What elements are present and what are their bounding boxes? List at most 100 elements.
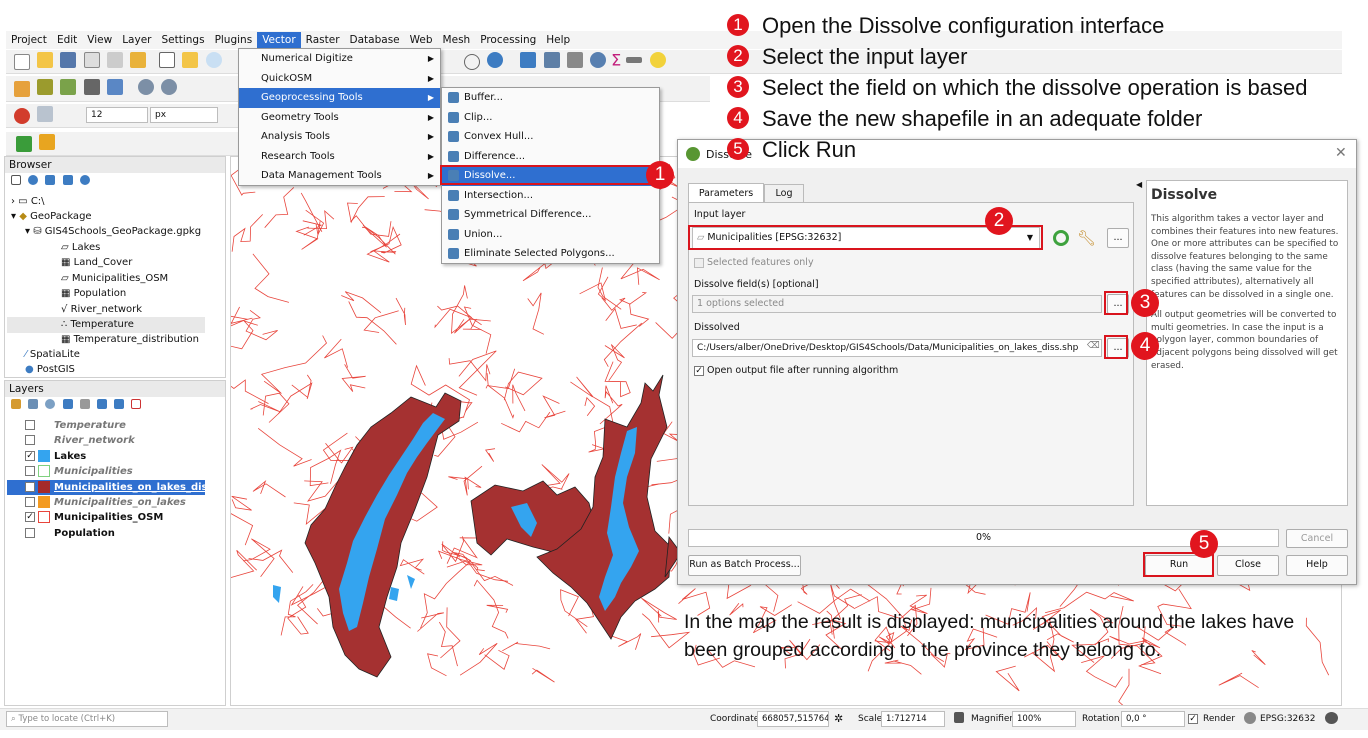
tab-log[interactable]: Log bbox=[764, 184, 804, 203]
expand-icon[interactable] bbox=[96, 399, 107, 409]
layer-visibility-checkbox[interactable] bbox=[25, 466, 35, 477]
delete-icon[interactable] bbox=[83, 78, 100, 95]
batch-process-button[interactable]: Run as Batch Process... bbox=[688, 555, 801, 576]
layout-manager-icon[interactable] bbox=[106, 52, 123, 68]
browser-item-spatialite[interactable]: ⁄ SpatiaLite bbox=[25, 347, 80, 363]
menu-processing[interactable]: Processing bbox=[475, 32, 541, 48]
geoprocessing-item-clip[interactable]: Clip... bbox=[442, 108, 659, 128]
vector-menu-item-geometry-tools[interactable]: Geometry Tools ▶ bbox=[239, 108, 440, 128]
measure-line-icon[interactable] bbox=[626, 57, 643, 63]
vector-menu-item-geoprocessing-tools[interactable]: Geoprocessing Tools ▶ bbox=[239, 88, 440, 108]
wrench-icon[interactable]: 🔧︎ bbox=[1077, 229, 1096, 247]
geoprocessing-item-eliminate-selected-polygons[interactable]: Eliminate Selected Polygons... bbox=[442, 244, 659, 264]
layer-item[interactable]: Municipalities_on_lakes bbox=[7, 495, 205, 511]
tab-parameters[interactable]: Parameters bbox=[688, 183, 764, 203]
lock-icon[interactable] bbox=[954, 712, 964, 723]
vector-menu-item-research-tools[interactable]: Research Tools ▶ bbox=[239, 147, 440, 167]
clear-icon[interactable]: ⌫ bbox=[1087, 341, 1100, 351]
clock-icon[interactable] bbox=[464, 54, 480, 70]
label-pin-icon[interactable] bbox=[37, 106, 54, 122]
menu-settings[interactable]: Settings bbox=[156, 32, 209, 48]
layer-item[interactable]: Population bbox=[7, 526, 205, 542]
refresh-icon[interactable] bbox=[28, 175, 39, 185]
browser-item-gpkg[interactable]: ▾ ⛁ GIS4Schools_GeoPackage.gpkg bbox=[25, 224, 201, 240]
locate-input[interactable]: ⌕ Type to locate (Ctrl+K) bbox=[6, 711, 168, 727]
open-output-checkbox[interactable]: ✓ Open output file after running algorith… bbox=[694, 365, 898, 376]
browser-item-drive[interactable]: › ▭ C:\ bbox=[11, 194, 45, 210]
open-project-icon[interactable] bbox=[37, 52, 54, 68]
vector-menu-item-analysis-tools[interactable]: Analysis Tools ▶ bbox=[239, 127, 440, 147]
scale-field[interactable]: 1:712714 bbox=[881, 711, 945, 727]
extents-icon[interactable]: ✲ bbox=[834, 712, 843, 725]
menu-mesh[interactable]: Mesh bbox=[438, 32, 476, 48]
close-button[interactable]: Close bbox=[1217, 555, 1279, 576]
menu-web[interactable]: Web bbox=[405, 32, 438, 48]
save-project-icon[interactable] bbox=[60, 52, 77, 68]
layer-item[interactable]: ✓ Municipalities_OSM bbox=[7, 510, 205, 526]
menu-view[interactable]: View bbox=[82, 32, 117, 48]
layer-visibility-checkbox[interactable] bbox=[25, 435, 35, 446]
font-unit-select[interactable]: px bbox=[150, 107, 218, 123]
gear-icon[interactable] bbox=[589, 52, 606, 68]
label-icon[interactable] bbox=[14, 108, 30, 124]
browser-item-population[interactable]: ▦ Population bbox=[61, 286, 126, 302]
vertex-tool-icon[interactable] bbox=[37, 78, 54, 95]
layer-visibility-checkbox[interactable]: ✓ bbox=[25, 450, 35, 461]
digitize-icon[interactable] bbox=[14, 81, 30, 97]
geoprocessing-item-difference[interactable]: Difference... bbox=[442, 147, 659, 167]
pan-to-selection-icon[interactable] bbox=[182, 52, 199, 68]
identify-features-icon[interactable] bbox=[520, 52, 537, 68]
coordinate-field[interactable]: 668057,5157641 bbox=[757, 711, 829, 727]
refresh-icon[interactable] bbox=[487, 52, 504, 68]
layer-item[interactable]: Temperature bbox=[7, 418, 205, 434]
collapse-icon[interactable] bbox=[62, 175, 73, 185]
layer-item[interactable]: ✓ Municipalities_on_lakes_diss bbox=[7, 479, 213, 496]
filter-icon[interactable] bbox=[62, 399, 73, 409]
style-manager-icon[interactable] bbox=[129, 52, 146, 68]
menu-help[interactable]: Help bbox=[541, 32, 575, 48]
browser-item-temperature[interactable]: ∴ Temperature bbox=[7, 317, 205, 333]
vector-menu-item-data-management-tools[interactable]: Data Management Tools ▶ bbox=[239, 166, 440, 186]
menu-project[interactable]: Project bbox=[6, 32, 52, 48]
layer-visibility-checkbox[interactable] bbox=[25, 527, 35, 538]
layer-item[interactable]: Municipalities bbox=[7, 464, 205, 480]
attribute-icon[interactable] bbox=[106, 78, 123, 95]
sum-icon[interactable]: Σ bbox=[611, 51, 621, 70]
style-icon[interactable] bbox=[11, 399, 21, 409]
input-layer-more-button[interactable]: ... bbox=[1107, 228, 1129, 248]
layer-item[interactable]: River_network bbox=[7, 433, 205, 449]
annotation-icon[interactable] bbox=[649, 52, 666, 68]
crs-label[interactable]: EPSG:32632 bbox=[1260, 714, 1315, 724]
layer-item[interactable]: ✓ Lakes bbox=[7, 449, 205, 465]
browser-item-river-network[interactable]: √ River_network bbox=[61, 302, 142, 318]
dissolve-fields-input[interactable]: 1 options selected bbox=[692, 295, 1102, 313]
browser-item-temperature-distribution[interactable]: ▦ Temperature_distribution bbox=[61, 332, 199, 348]
collapse-icon[interactable] bbox=[114, 399, 125, 409]
info-icon[interactable] bbox=[79, 175, 90, 185]
python-icon[interactable] bbox=[16, 136, 32, 152]
magnifier-field[interactable]: 100% bbox=[1012, 711, 1076, 727]
layer-visibility-checkbox[interactable] bbox=[25, 420, 35, 430]
add-icon[interactable] bbox=[11, 175, 21, 185]
edit-icon[interactable] bbox=[60, 78, 77, 95]
geoprocessing-item-symmetrical-difference[interactable]: Symmetrical Difference... bbox=[442, 205, 659, 225]
new-project-icon[interactable] bbox=[14, 54, 30, 70]
attribute-table-icon[interactable] bbox=[543, 52, 560, 68]
menu-layer[interactable]: Layer bbox=[117, 32, 156, 48]
zoom-in-icon[interactable] bbox=[205, 52, 222, 68]
browser-item-municipalities-osm[interactable]: ▱ Municipalities_OSM bbox=[61, 271, 168, 287]
expression-icon[interactable] bbox=[79, 399, 90, 409]
crs-icon[interactable] bbox=[1244, 712, 1256, 724]
layer-visibility-checkbox[interactable] bbox=[25, 497, 35, 507]
help-button[interactable]: Help bbox=[1286, 555, 1348, 576]
render-checkbox[interactable]: ✓ bbox=[1188, 714, 1198, 724]
geoprocessing-item-union[interactable]: Union... bbox=[442, 225, 659, 245]
measure-icon[interactable] bbox=[161, 78, 178, 95]
menu-database[interactable]: Database bbox=[345, 32, 405, 48]
print-layout-icon[interactable] bbox=[83, 52, 100, 68]
geoprocessing-item-intersection[interactable]: Intersection... bbox=[442, 186, 659, 206]
plugin-icon[interactable] bbox=[39, 134, 56, 150]
menu-plugins[interactable]: Plugins bbox=[210, 32, 258, 48]
messages-icon[interactable] bbox=[1325, 712, 1338, 724]
rotation-field[interactable]: 0,0 ° bbox=[1121, 711, 1185, 727]
